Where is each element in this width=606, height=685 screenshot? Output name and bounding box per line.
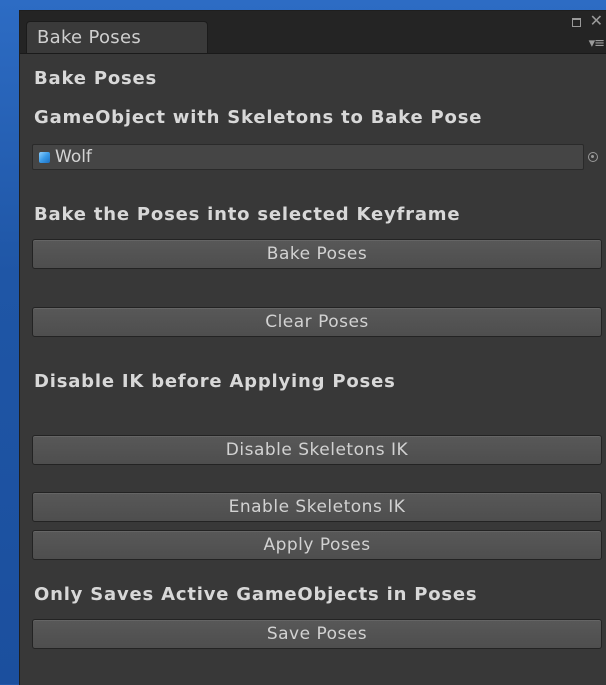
panel-title: Bake Poses <box>34 68 158 89</box>
tab-bar: Bake Poses ✕ ▾≡ <box>20 11 606 54</box>
disable-skeletons-ik-button[interactable]: Disable Skeletons IK <box>32 435 602 465</box>
object-picker-icon[interactable] <box>588 152 598 162</box>
apply-poses-button[interactable]: Apply Poses <box>32 530 602 560</box>
tab-bake-poses[interactable]: Bake Poses <box>26 21 208 53</box>
maximize-icon[interactable] <box>572 18 581 27</box>
save-poses-button[interactable]: Save Poses <box>32 619 602 649</box>
ik-heading: Disable IK before Applying Poses <box>34 371 396 392</box>
bake-poses-button[interactable]: Bake Poses <box>32 239 602 269</box>
menu-icon[interactable]: ▾≡ <box>589 37 605 50</box>
bake-heading: Bake the Poses into selected Keyframe <box>34 204 461 225</box>
cube-icon <box>39 152 50 163</box>
gameobject-field[interactable]: Wolf <box>32 144 584 170</box>
enable-skeletons-ik-button[interactable]: Enable Skeletons IK <box>32 492 602 522</box>
close-icon[interactable]: ✕ <box>590 13 603 29</box>
clear-poses-button[interactable]: Clear Poses <box>32 307 602 337</box>
save-heading: Only Saves Active GameObjects in Poses <box>34 584 478 605</box>
gameobject-field-value: Wolf <box>55 147 92 167</box>
bake-poses-window: Bake Poses ✕ ▾≡ Bake Poses GameObject wi… <box>19 10 606 685</box>
skeleton-heading: GameObject with Skeletons to Bake Pose <box>34 107 483 128</box>
